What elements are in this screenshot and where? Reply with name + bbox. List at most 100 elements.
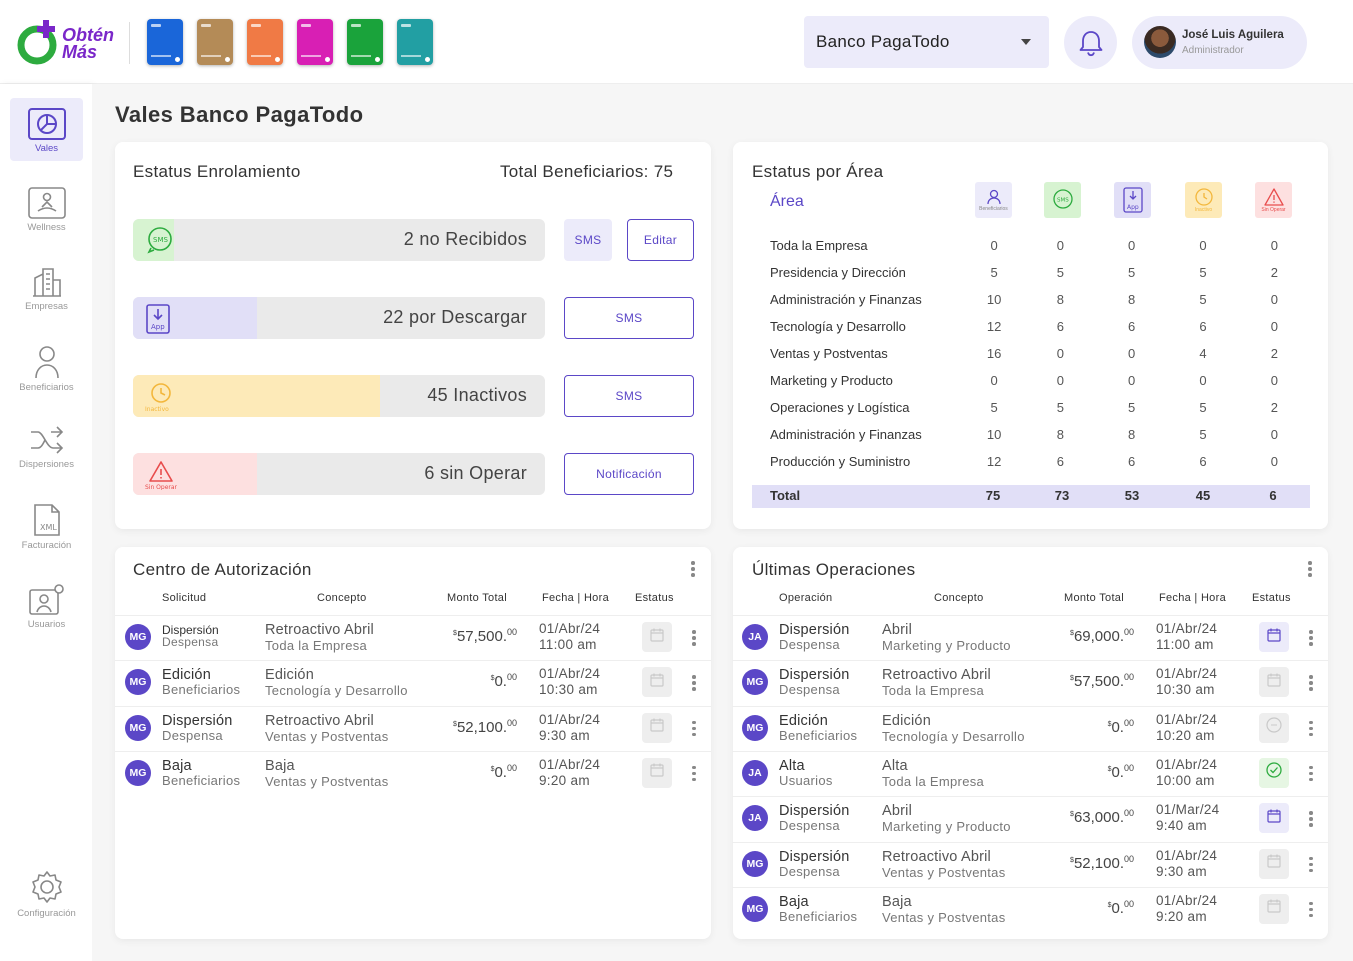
- date: 01/Abr/24: [539, 666, 601, 682]
- app-download-icon: App: [1114, 182, 1151, 218]
- operation-type: Dispersión: [779, 803, 850, 820]
- user-initials-avatar: JA: [742, 759, 768, 786]
- time: 10:30 am: [1156, 682, 1215, 698]
- row-options-icon[interactable]: [1309, 811, 1313, 827]
- notifications-button[interactable]: [1064, 16, 1117, 69]
- status-button[interactable]: [1259, 667, 1289, 698]
- row-options-icon[interactable]: [692, 765, 696, 782]
- area-value: 0: [1128, 373, 1136, 388]
- time: 9:40 am: [1156, 818, 1207, 834]
- amount: $52,100.00: [1032, 854, 1134, 872]
- card-dot: [225, 57, 230, 62]
- status-button[interactable]: [1259, 712, 1289, 743]
- brand-logo[interactable]: Obtén Más: [16, 18, 120, 66]
- sidebar-item-configuracion[interactable]: Configuración: [10, 859, 83, 922]
- area-name: Administración y Finanzas: [770, 292, 922, 307]
- status-button[interactable]: [642, 667, 672, 698]
- area-value: 8: [1056, 427, 1064, 442]
- area-value: 8: [1128, 427, 1136, 442]
- amount-cents: 00: [1123, 898, 1134, 909]
- company-select[interactable]: Banco PagaTodo: [804, 16, 1049, 68]
- operation-subtype: Usuarios: [779, 772, 833, 788]
- area-row: Marketing y Producto 0 0 0 0 0: [770, 367, 1310, 394]
- column-header: Fecha | Hora: [542, 592, 609, 604]
- concept: Edición: [265, 667, 314, 684]
- notification-button[interactable]: Notificación: [564, 453, 694, 495]
- sms-button[interactable]: SMS: [564, 219, 612, 261]
- total-value: 75: [985, 488, 1001, 503]
- sms-icon-label: SMS: [153, 236, 168, 244]
- date: 01/Abr/24: [1156, 621, 1218, 636]
- sidebar-item-usuarios[interactable]: Usuarios: [10, 572, 83, 635]
- time: 9:30 am: [1156, 863, 1207, 879]
- row-options-icon[interactable]: [692, 720, 696, 737]
- operation-subtype: Despensa: [779, 863, 840, 879]
- row-options-icon[interactable]: [1309, 630, 1313, 646]
- area-value: 0: [1128, 238, 1136, 253]
- area-value: 5: [1199, 265, 1207, 280]
- enrollment-status-bar: App 22 por Descargar: [133, 297, 545, 339]
- status-button[interactable]: [1259, 757, 1289, 788]
- user-initials-avatar: MG: [125, 759, 151, 786]
- status-button[interactable]: [642, 622, 672, 652]
- column-header: Concepto: [317, 592, 367, 604]
- area-value: 0: [1270, 454, 1278, 469]
- time: 9:20 am: [539, 772, 590, 788]
- bell-icon: [1079, 30, 1102, 56]
- card-thumbnail[interactable]: [147, 19, 183, 65]
- concept: Retroactivo Abril: [882, 848, 991, 865]
- amount: $57,500.00: [415, 627, 517, 645]
- sms-button[interactable]: SMS: [564, 375, 694, 417]
- row-options-icon[interactable]: [1309, 720, 1313, 737]
- status-button[interactable]: [642, 712, 672, 743]
- area-value: 5: [990, 400, 998, 415]
- card-thumbnail[interactable]: [397, 19, 433, 65]
- row-options-icon[interactable]: [692, 675, 696, 691]
- total-value: 53: [1124, 488, 1140, 503]
- row-options-icon[interactable]: [692, 630, 696, 646]
- status-button[interactable]: [642, 757, 672, 788]
- sidebar-item-empresas[interactable]: Empresas: [10, 256, 83, 319]
- status-button[interactable]: [1259, 848, 1289, 879]
- operations-title: Últimas Operaciones: [752, 560, 916, 579]
- status-button[interactable]: [1259, 803, 1289, 834]
- status-button[interactable]: [1259, 893, 1289, 924]
- app-icon-label: App: [151, 323, 165, 331]
- sidebar-item-wellness[interactable]: Wellness: [10, 177, 83, 240]
- calendar-icon: [650, 673, 664, 692]
- status-button[interactable]: [1259, 622, 1289, 652]
- sidebar-item-label: Facturación: [21, 540, 72, 551]
- more-options-icon[interactable]: [691, 561, 695, 577]
- more-options-icon[interactable]: [1308, 561, 1312, 577]
- concept-area: Ventas y Postventas: [265, 728, 389, 744]
- sidebar-item-vales[interactable]: Vales: [10, 98, 83, 161]
- card-thumbnail[interactable]: [247, 19, 283, 65]
- row-options-icon[interactable]: [1309, 675, 1313, 691]
- sidebar-item-beneficiarios[interactable]: Beneficiarios: [10, 335, 83, 398]
- card-chip: [401, 24, 411, 27]
- card-thumbnail[interactable]: [347, 19, 383, 65]
- xml-file-icon: XML: [33, 504, 60, 536]
- card-thumbnail[interactable]: [197, 19, 233, 65]
- card-thumbnail[interactable]: [297, 19, 333, 65]
- top-bar: Obtén Más Banco PagaTodo José Luis Aguil…: [0, 0, 1353, 84]
- card-line: [151, 55, 171, 57]
- sidebar-item-dispersiones[interactable]: Dispersiones: [10, 414, 83, 477]
- user-gear-icon: [28, 584, 64, 615]
- edit-button[interactable]: Editar: [627, 219, 694, 261]
- user-name: José Luis Aguilera: [1182, 29, 1284, 41]
- card-line: [351, 55, 371, 57]
- row-options-icon[interactable]: [1309, 901, 1313, 918]
- pie-chart-icon: [27, 108, 66, 140]
- meditation-icon: [27, 187, 66, 219]
- operation-subtype: Despensa: [162, 635, 219, 649]
- row-options-icon[interactable]: [1309, 856, 1313, 873]
- sidebar-item-facturacion[interactable]: XML Facturación: [10, 493, 83, 556]
- user-menu[interactable]: José Luis Aguilera Administrador: [1132, 16, 1307, 69]
- sms-button[interactable]: SMS: [564, 297, 694, 339]
- row-options-icon[interactable]: [1309, 765, 1313, 782]
- operation-type: Dispersión: [162, 712, 233, 729]
- area-value: 5: [1199, 427, 1207, 442]
- currency-symbol: $: [1107, 765, 1112, 773]
- area-name: Producción y Suministro: [770, 454, 911, 469]
